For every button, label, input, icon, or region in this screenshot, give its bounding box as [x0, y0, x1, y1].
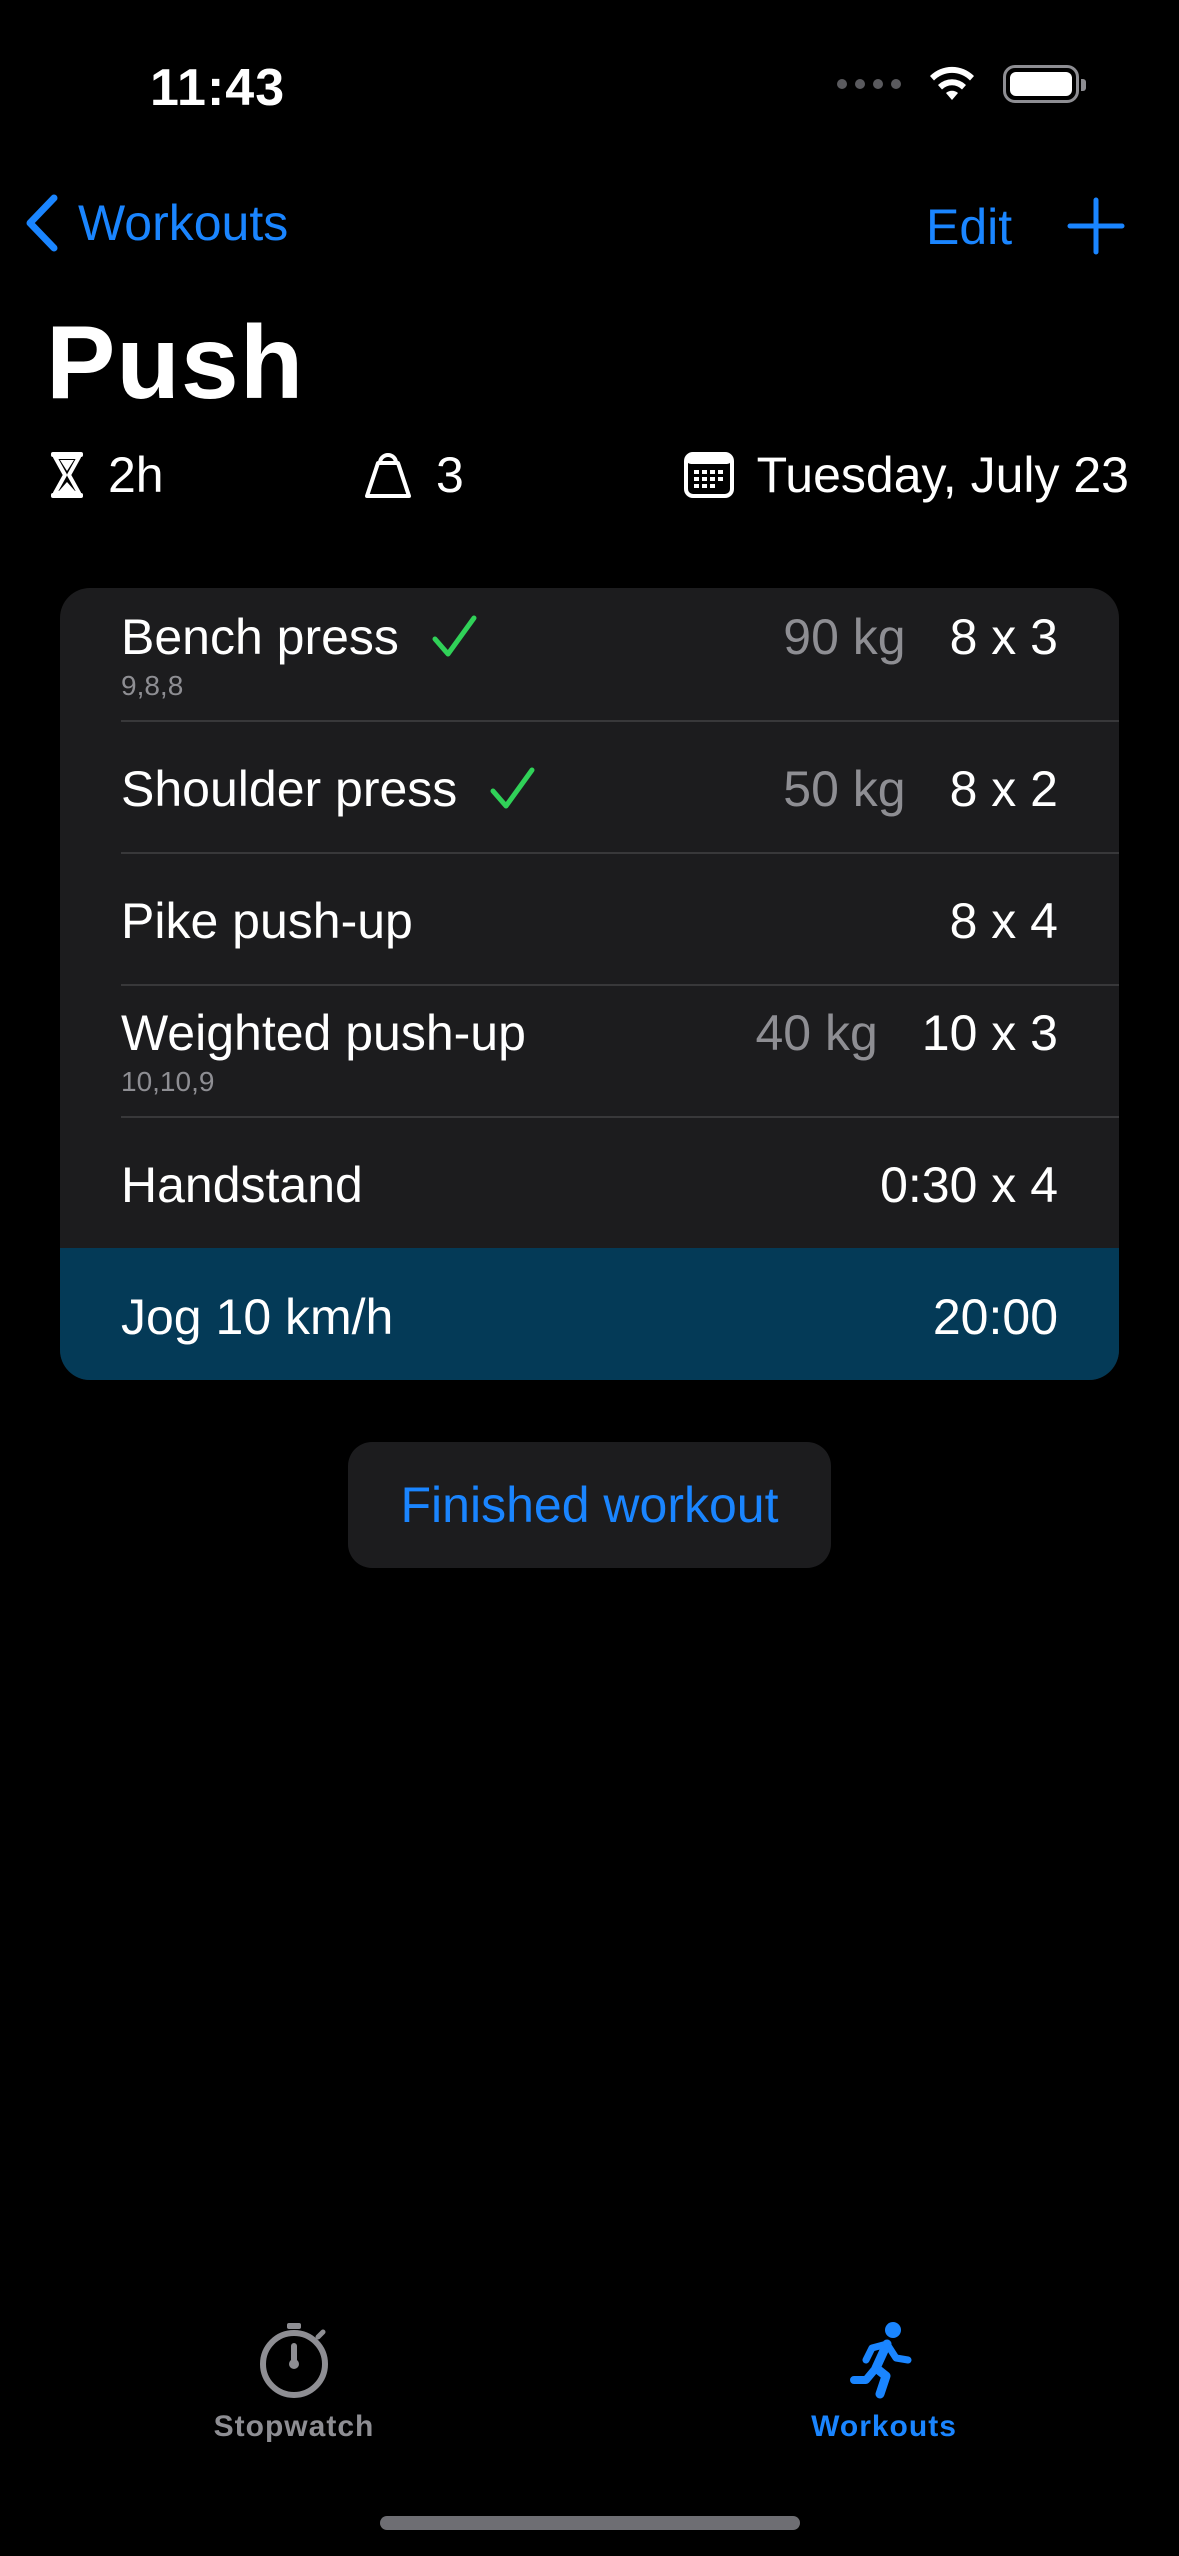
exercise-name-line: Handstand [121, 1156, 363, 1214]
exercise-name: Shoulder press [121, 761, 458, 817]
chevron-left-icon [26, 194, 58, 252]
running-figure-icon [850, 2322, 912, 2399]
edit-button[interactable]: Edit [926, 198, 1012, 256]
exercise-stats: 50 kg 8 x 2 [783, 760, 1058, 818]
exercise-name: Weighted push-up [121, 1005, 526, 1061]
exercise-name: Jog 10 km/h [121, 1289, 394, 1345]
calendar-icon [683, 452, 734, 498]
navigation-bar: Workouts Edit [0, 180, 1179, 280]
exercise-weight: 40 kg [755, 1005, 878, 1061]
battery-icon [1003, 65, 1086, 103]
back-button[interactable]: Workouts [24, 194, 288, 252]
exercise-weight: 50 kg [783, 761, 906, 817]
status-icons [837, 64, 1086, 104]
exercise-stats: 20:00 [933, 1288, 1058, 1346]
exercise-sets: 8 x 2 [949, 761, 1058, 817]
workout-summary: 2h 3 Tuesday, July 23 [0, 446, 1179, 516]
exercise-name: Handstand [121, 1157, 363, 1213]
home-indicator[interactable] [380, 2516, 800, 2530]
finished-workout-button[interactable]: Finished workout [348, 1442, 831, 1568]
exercise-sets: 10 x 3 [921, 1005, 1058, 1061]
exercise-name: Pike push-up [121, 893, 413, 949]
status-bar: 11:43 [0, 0, 1179, 170]
exercise-name: Bench press [121, 609, 399, 665]
count-value: 3 [436, 447, 464, 503]
date-summary: Tuesday, July 23 [683, 446, 1129, 504]
exercise-list: Bench press 9,8,8 90 kg 8 x 3 Shoulder p… [60, 588, 1119, 1380]
hourglass-icon [51, 452, 83, 498]
wifi-icon [930, 66, 974, 100]
cellular-signal-icon [837, 79, 901, 89]
tab-label: Stopwatch [213, 2410, 375, 2443]
exercise-name-line: Bench press [121, 608, 479, 666]
exercise-row-bench-press[interactable]: Bench press 9,8,8 90 kg 8 x 3 [60, 588, 1119, 720]
duration-value: 2h [108, 447, 164, 503]
exercise-row-shoulder-press[interactable]: Shoulder press 50 kg 8 x 2 [60, 720, 1119, 852]
exercise-stats: 90 kg 8 x 3 [783, 608, 1058, 666]
exercise-reps: 9,8,8 [121, 670, 184, 701]
weight-count-summary: 3 [362, 446, 464, 504]
exercise-sets: 8 x 4 [949, 893, 1058, 949]
duration-summary: 2h [48, 446, 164, 504]
exercise-sets: 0:30 x 4 [880, 1157, 1058, 1213]
exercise-name-line: Pike push-up [121, 892, 413, 950]
exercise-row-weighted-push-up[interactable]: Weighted push-up 10,10,9 40 kg 10 x 3 [60, 984, 1119, 1116]
exercise-name-line: Shoulder press [121, 760, 537, 818]
exercise-weight: 90 kg [783, 609, 906, 665]
exercise-stats: 0:30 x 4 [880, 1156, 1058, 1214]
stopwatch-icon [260, 2323, 328, 2398]
exercise-stats: 40 kg 10 x 3 [755, 1004, 1058, 1062]
kettlebell-icon [365, 453, 411, 498]
tab-label: Workouts [811, 2410, 957, 2443]
exercise-row-jog[interactable]: Jog 10 km/h 20:00 [60, 1248, 1119, 1380]
exercise-name-line: Jog 10 km/h [121, 1288, 393, 1346]
page-title: Push [46, 305, 305, 421]
exercise-duration: 20:00 [932, 1289, 1058, 1345]
exercise-sets: 8 x 3 [949, 609, 1058, 665]
tab-bar: Stopwatch Workouts [0, 2300, 1179, 2480]
exercise-row-pike-push-up[interactable]: Pike push-up 8 x 4 [60, 852, 1119, 984]
exercise-stats: 8 x 4 [950, 892, 1058, 950]
back-label: Workouts [78, 195, 289, 251]
tab-stopwatch[interactable]: Stopwatch [144, 2320, 444, 2444]
checkmark-icon [490, 767, 535, 809]
exercise-row-handstand[interactable]: Handstand 0:30 x 4 [60, 1116, 1119, 1248]
date-value: Tuesday, July 23 [756, 447, 1129, 503]
status-time: 11:43 [150, 59, 286, 117]
checkmark-icon [432, 615, 477, 657]
exercise-name-line: Weighted push-up [121, 1004, 526, 1062]
add-button[interactable] [1066, 196, 1126, 256]
tab-workouts[interactable]: Workouts [734, 2320, 1034, 2444]
exercise-reps: 10,10,9 [121, 1066, 215, 1097]
